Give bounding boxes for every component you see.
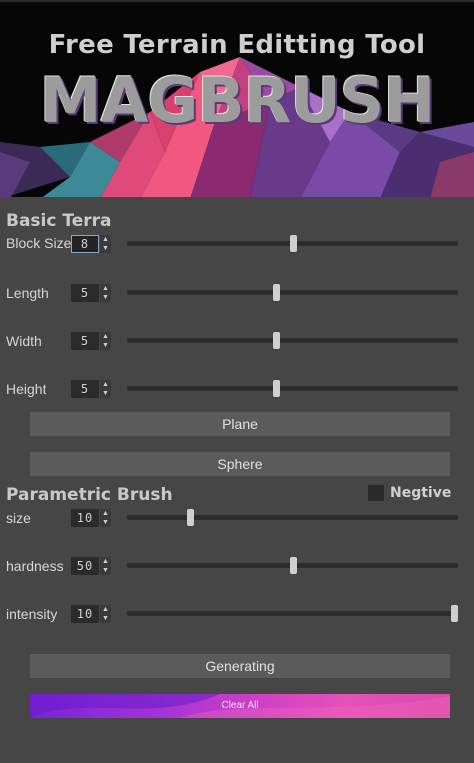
length-arrows[interactable]: ▲ ▼ <box>100 284 111 302</box>
negative-checkbox[interactable] <box>368 485 384 501</box>
slider-thumb[interactable] <box>289 557 297 574</box>
height-label: Height <box>6 381 47 397</box>
chevron-down-icon[interactable]: ▼ <box>100 566 111 575</box>
hardness-arrows[interactable]: ▲ ▼ <box>100 557 111 575</box>
slider-thumb[interactable] <box>289 235 297 252</box>
length-slider[interactable] <box>127 284 458 301</box>
intensity-slider[interactable] <box>127 605 458 622</box>
intensity-label: intensity <box>6 606 58 622</box>
chevron-down-icon[interactable]: ▼ <box>100 293 111 302</box>
slider-thumb[interactable] <box>272 332 280 349</box>
chevron-up-icon[interactable]: ▲ <box>100 332 111 341</box>
clear-all-label[interactable]: Clear All <box>221 700 258 711</box>
block-size-stepper[interactable]: 8 ▲ ▼ <box>71 235 111 253</box>
hardness-value[interactable]: 50 <box>71 557 99 575</box>
size-value[interactable]: 10 <box>71 509 99 527</box>
chevron-down-icon[interactable]: ▼ <box>100 614 111 623</box>
length-value[interactable]: 5 <box>71 284 99 302</box>
slider-thumb[interactable] <box>272 284 280 301</box>
height-slider[interactable] <box>127 380 458 397</box>
size-arrows[interactable]: ▲ ▼ <box>100 509 111 527</box>
block-size-value[interactable]: 8 <box>71 235 99 253</box>
chevron-down-icon[interactable]: ▼ <box>100 244 111 253</box>
slider-track[interactable] <box>127 338 458 343</box>
block-size-slider[interactable] <box>127 235 458 252</box>
hardness-stepper[interactable]: 50 ▲ ▼ <box>71 557 111 575</box>
width-stepper[interactable]: 5 ▲ ▼ <box>71 332 111 350</box>
chevron-up-icon[interactable]: ▲ <box>100 380 111 389</box>
width-value[interactable]: 5 <box>71 332 99 350</box>
slider-thumb[interactable] <box>186 509 194 526</box>
slider-thumb[interactable] <box>272 380 280 397</box>
chevron-up-icon[interactable]: ▲ <box>100 557 111 566</box>
brush-panel: Basic Terrain Block Size 8 ▲▼ Length 5 ▲… <box>0 197 474 763</box>
brand-logo-text: MAGBRUSH <box>39 64 435 137</box>
size-label: size <box>6 510 31 526</box>
size-stepper[interactable]: 10 ▲ ▼ <box>71 509 111 527</box>
width-arrows[interactable]: ▲ ▼ <box>100 332 111 350</box>
chevron-down-icon[interactable]: ▼ <box>100 389 111 398</box>
chevron-down-icon[interactable]: ▼ <box>100 341 111 350</box>
intensity-arrows[interactable]: ▲ ▼ <box>100 605 111 623</box>
height-value[interactable]: 5 <box>71 380 99 398</box>
negative-label[interactable]: Negtive <box>390 485 451 501</box>
chevron-down-icon[interactable]: ▼ <box>100 518 111 527</box>
length-label: Length <box>6 285 49 301</box>
plane-button[interactable]: Plane <box>30 412 450 436</box>
hardness-slider[interactable] <box>127 557 458 574</box>
slider-track[interactable] <box>127 515 458 520</box>
header-banner: Free Terrain Editting Tool MAGBRUSH <box>0 0 474 197</box>
width-label: Width <box>6 333 42 349</box>
intensity-stepper[interactable]: 10 ▲ ▼ <box>71 605 111 623</box>
size-slider[interactable] <box>127 509 458 526</box>
parametric-brush-title: Parametric Brush <box>6 485 173 505</box>
sphere-button[interactable]: Sphere <box>30 452 450 476</box>
slider-track[interactable] <box>127 611 458 616</box>
chevron-up-icon[interactable]: ▲ <box>100 509 111 518</box>
chevron-up-icon[interactable]: ▲ <box>100 235 111 244</box>
generating-button[interactable]: Generating <box>30 654 450 678</box>
slider-track[interactable] <box>127 386 458 391</box>
chevron-up-icon[interactable]: ▲ <box>100 605 111 614</box>
hardness-label: hardness <box>6 558 64 574</box>
chevron-up-icon[interactable]: ▲ <box>100 284 111 293</box>
intensity-value[interactable]: 10 <box>71 605 99 623</box>
slider-track[interactable] <box>127 290 458 295</box>
height-arrows[interactable]: ▲ ▼ <box>100 380 111 398</box>
height-stepper[interactable]: 5 ▲ ▼ <box>71 380 111 398</box>
banner-subtitle: Free Terrain Editting Tool <box>48 30 426 60</box>
slider-thumb[interactable] <box>451 605 458 622</box>
length-stepper[interactable]: 5 ▲ ▼ <box>71 284 111 302</box>
clear-all-button[interactable]: Clear All <box>30 694 450 718</box>
block-size-arrows[interactable]: ▲ ▼ <box>100 235 111 253</box>
width-slider[interactable] <box>127 332 458 349</box>
basic-terrain-title: Basic Terrain <box>6 211 112 231</box>
block-size-label: Block Size <box>6 235 72 251</box>
